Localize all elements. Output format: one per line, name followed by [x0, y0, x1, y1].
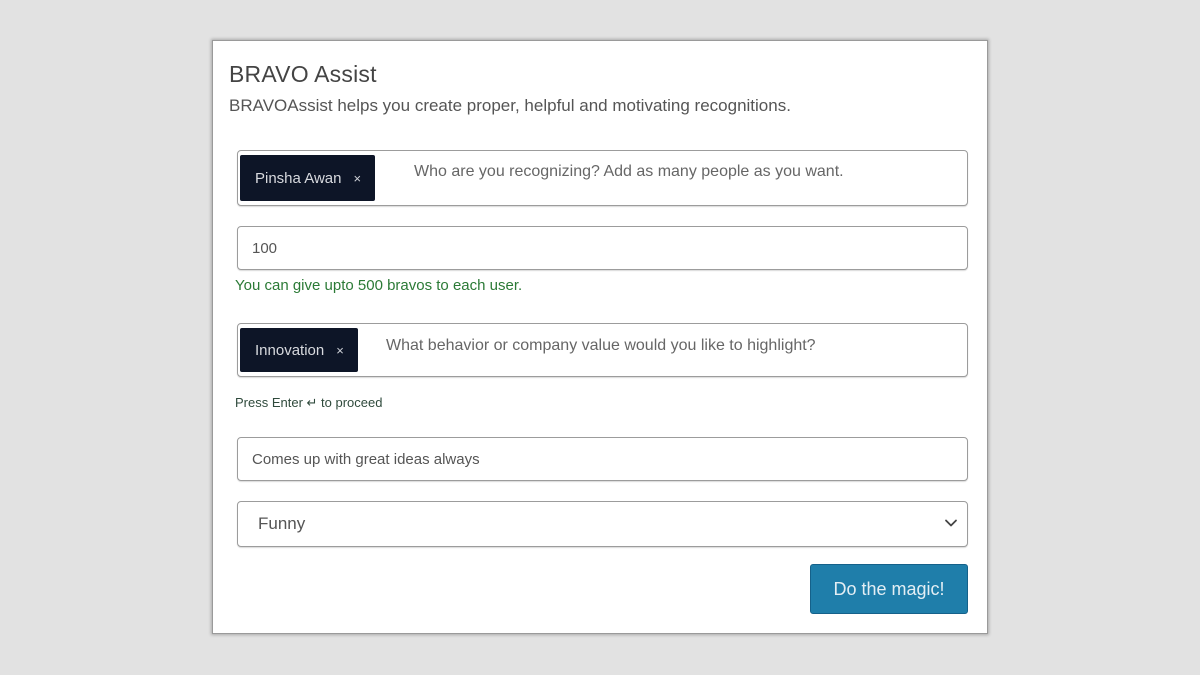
- value-tag-label: Innovation: [255, 341, 325, 359]
- points-input[interactable]: [252, 227, 942, 269]
- value-tag[interactable]: Innovation ×: [240, 328, 358, 372]
- values-field[interactable]: Innovation ×: [237, 323, 968, 377]
- stage: BRAVO Assist BRAVOAssist helps you creat…: [0, 0, 1200, 675]
- tone-select[interactable]: Funny: [237, 501, 968, 547]
- reason-field[interactable]: [237, 437, 968, 481]
- points-hint: You can give upto 500 bravos to each use…: [235, 277, 523, 294]
- enter-hint: Press Enter ↵ to proceed: [235, 395, 383, 410]
- dialog-title: BRAVO Assist: [229, 61, 377, 87]
- bravo-assist-dialog: BRAVO Assist BRAVOAssist helps you creat…: [212, 40, 988, 634]
- recipients-input[interactable]: [414, 163, 954, 181]
- remove-recipient-icon[interactable]: ×: [353, 171, 361, 186]
- chevron-down-icon: [945, 519, 957, 527]
- recipients-field[interactable]: Pinsha Awan ×: [237, 150, 968, 206]
- points-field[interactable]: [237, 226, 968, 270]
- recipient-tag-label: Pinsha Awan: [255, 169, 342, 187]
- reason-input[interactable]: [252, 438, 942, 480]
- tone-selected-value: Funny: [258, 514, 306, 533]
- recipient-tag[interactable]: Pinsha Awan ×: [240, 155, 376, 201]
- values-input[interactable]: [386, 337, 956, 355]
- do-the-magic-button[interactable]: Do the magic!: [810, 564, 968, 614]
- remove-value-icon[interactable]: ×: [336, 343, 344, 358]
- dialog-subtitle: BRAVOAssist helps you create proper, hel…: [229, 96, 791, 115]
